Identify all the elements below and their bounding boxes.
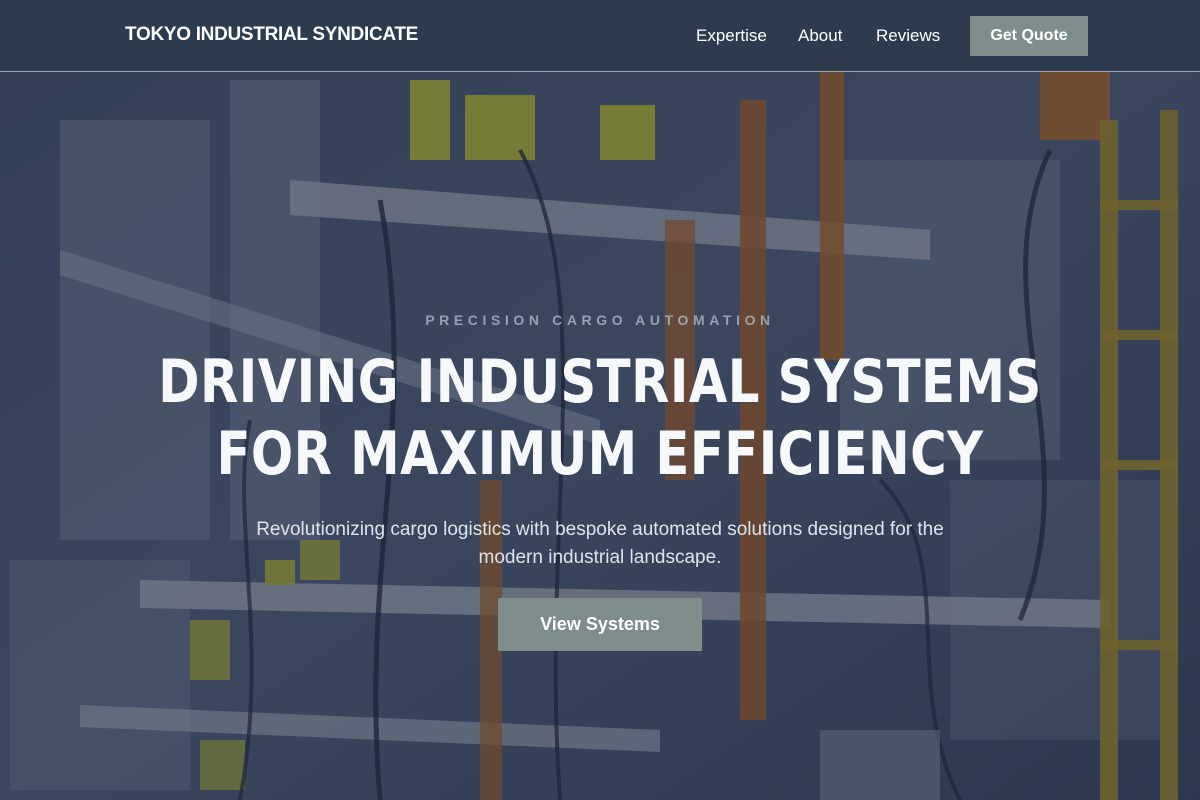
view-systems-button[interactable]: View Systems [498, 598, 702, 651]
get-quote-button[interactable]: Get Quote [970, 16, 1088, 56]
hero-headline-line-2: FOR MAXIMUM EFFICIENCY [216, 419, 984, 489]
top-navigation: TOKYO INDUSTRIAL SYNDICATE Expertise Abo… [0, 0, 1200, 72]
hero-subtitle: Revolutionizing cargo logistics with bes… [256, 519, 944, 568]
brand-logo-text[interactable]: TOKYO INDUSTRIAL SYNDICATE [125, 24, 418, 46]
nav-link-about[interactable]: About [798, 26, 842, 46]
hero-headline-line-1: DRIVING INDUSTRIAL SYSTEMS [158, 347, 1042, 417]
hero-content: PRECISION CARGO AUTOMATION DRIVING INDUS… [0, 0, 1200, 800]
nav-link-reviews[interactable]: Reviews [876, 26, 940, 46]
hero-headline: DRIVING INDUSTRIAL SYSTEMS FOR MAXIMUM E… [102, 346, 1098, 490]
hero-eyebrow: PRECISION CARGO AUTOMATION [425, 312, 775, 328]
hero-section: PRECISION CARGO AUTOMATION DRIVING INDUS… [0, 0, 1200, 800]
nav-link-expertise[interactable]: Expertise [696, 26, 767, 46]
